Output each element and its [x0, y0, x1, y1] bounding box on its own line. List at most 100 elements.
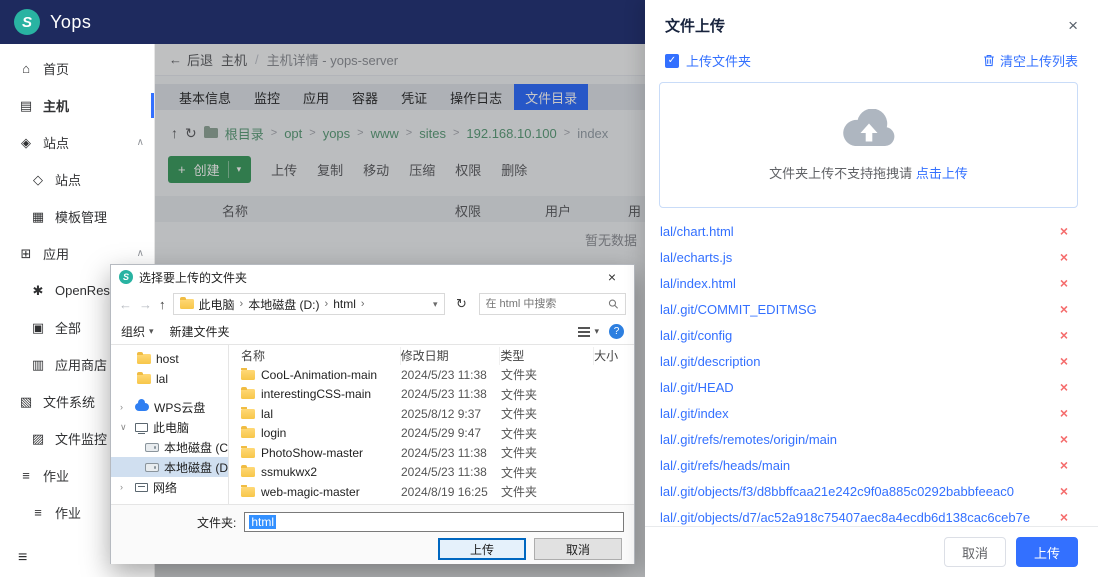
tree-item-this-pc[interactable]: ∨此电脑: [111, 417, 228, 437]
expander-expanded-icon[interactable]: ∨: [120, 422, 127, 433]
remove-file-icon[interactable]: ×: [1060, 327, 1068, 343]
column-name[interactable]: 名称: [229, 347, 401, 365]
upload-file-link[interactable]: lal/.git/index: [660, 406, 729, 421]
file-row[interactable]: PhotoShow-master2024/5/23 11:38文件夹: [229, 443, 634, 463]
drawer-cancel-button[interactable]: 取消: [944, 537, 1006, 567]
nav-up-icon[interactable]: ↑: [159, 297, 166, 312]
file-row[interactable]: web-magic-master2024/8/19 16:25文件夹: [229, 482, 634, 502]
nav-forward-icon[interactable]: →: [139, 297, 152, 312]
tree-item-drive-d[interactable]: 本地磁盘 (D:): [111, 457, 228, 477]
address-segment[interactable]: 本地磁盘 (D:): [248, 296, 319, 313]
upload-list-item: lal/index.html ×: [645, 270, 1098, 296]
upload-list-item: lal/.git/objects/d7/ac52a918c75407aec8a4…: [645, 504, 1098, 526]
remove-file-icon[interactable]: ×: [1060, 249, 1068, 265]
folder-icon: [241, 370, 255, 380]
sidebar-item-site-group[interactable]: ◈站点∧: [0, 124, 154, 161]
upload-file-link[interactable]: lal/.git/description: [660, 354, 760, 369]
openresty-icon: ✱: [30, 283, 46, 299]
nav-back-icon[interactable]: ←: [119, 297, 132, 312]
file-row[interactable]: CooL-Animation-main2024/5/23 11:38文件夹: [229, 365, 634, 385]
upload-folder-checkbox[interactable]: ✓: [665, 54, 679, 68]
help-icon[interactable]: ?: [609, 324, 624, 339]
folder-name-input[interactable]: html: [244, 512, 624, 532]
yops-favicon-icon: S: [119, 270, 133, 284]
upload-file-list: lal/chart.html × lal/echarts.js × lal/inde…: [645, 216, 1098, 526]
address-dropdown-icon[interactable]: ▾: [433, 299, 438, 310]
organize-button[interactable]: 组织▾: [121, 323, 154, 340]
file-row[interactable]: interestingCSS-main2024/5/23 11:38文件夹: [229, 385, 634, 405]
file-row[interactable]: lal2025/8/12 9:37文件夹: [229, 404, 634, 424]
sidebar-item-label: 应用: [43, 244, 69, 263]
search-input[interactable]: [486, 298, 605, 310]
upload-file-link[interactable]: lal/.git/HEAD: [660, 380, 734, 395]
sidebar-item-label: 模板管理: [55, 207, 107, 226]
sidebar-item-label: 应用商店: [55, 355, 107, 374]
file-date: 2024/5/23 11:38: [401, 465, 501, 479]
remove-file-icon[interactable]: ×: [1060, 353, 1068, 369]
upload-file-link[interactable]: lal/index.html: [660, 276, 736, 291]
remove-file-icon[interactable]: ×: [1060, 301, 1068, 317]
dialog-upload-button[interactable]: 上传: [438, 538, 526, 560]
sidebar-item-label: 文件监控: [55, 429, 107, 448]
column-type[interactable]: 类型: [500, 347, 594, 365]
remove-file-icon[interactable]: ×: [1060, 457, 1068, 473]
remove-file-icon[interactable]: ×: [1060, 379, 1068, 395]
search-icon: [608, 298, 619, 310]
expander-collapsed-icon[interactable]: ›: [120, 402, 123, 412]
address-bar[interactable]: 此电脑 › 本地磁盘 (D:) › html › ▾: [173, 293, 445, 315]
address-segment[interactable]: 此电脑: [199, 296, 235, 313]
file-row[interactable]: ssmukwx22024/5/23 11:38文件夹: [229, 463, 634, 483]
sidebar-collapse-icon[interactable]: ≡: [18, 549, 27, 567]
tree-item-wps-cloud[interactable]: ›WPS云盘: [111, 397, 228, 417]
remove-file-icon[interactable]: ×: [1060, 275, 1068, 291]
remove-file-icon[interactable]: ×: [1060, 223, 1068, 239]
expander-collapsed-icon[interactable]: ›: [120, 482, 123, 492]
tree-label: 本地磁盘 (C:): [164, 439, 229, 456]
upload-file-link[interactable]: lal/.git/refs/heads/main: [660, 458, 790, 473]
refresh-icon[interactable]: ↻: [452, 296, 472, 312]
column-size[interactable]: 大小: [594, 347, 634, 365]
drawer-upload-button[interactable]: 上传: [1016, 537, 1078, 567]
drawer-close-icon[interactable]: ×: [1068, 17, 1078, 34]
sidebar-item-template-manage[interactable]: ▦模板管理: [0, 198, 154, 235]
dialog-body: host lal ›WPS云盘 ∨此电脑 本地磁盘 (C:) 本地磁盘 (D:)…: [111, 345, 634, 505]
cloud-icon: [135, 403, 149, 411]
remove-file-icon[interactable]: ×: [1060, 483, 1068, 499]
upload-file-link[interactable]: lal/.git/COMMIT_EDITMSG: [660, 302, 817, 317]
tree-item-lal[interactable]: lal: [111, 369, 228, 389]
column-modified-date[interactable]: 修改日期: [401, 347, 501, 365]
upload-file-link[interactable]: lal/.git/refs/remotes/origin/main: [660, 432, 837, 447]
sidebar-item-host[interactable]: ▤主机: [0, 87, 154, 124]
sidebar-item-home[interactable]: ⌂首页: [0, 50, 154, 87]
file-type: 文件夹: [501, 386, 595, 403]
address-segment[interactable]: html: [333, 297, 356, 311]
dialog-cancel-button[interactable]: 取消: [534, 538, 622, 560]
click-to-upload-link[interactable]: 点击上传: [916, 166, 968, 181]
upload-dropzone[interactable]: 文件夹上传不支持拖拽请 点击上传: [659, 82, 1078, 208]
dialog-close-icon[interactable]: ×: [598, 269, 626, 285]
file-row[interactable]: login2024/5/29 9:47文件夹: [229, 424, 634, 444]
remove-file-icon[interactable]: ×: [1060, 405, 1068, 421]
list-header: 名称 修改日期 类型 大小: [229, 347, 634, 365]
view-mode-button[interactable]: ▾: [578, 326, 599, 337]
remove-file-icon[interactable]: ×: [1060, 431, 1068, 447]
folder-list: 名称 修改日期 类型 大小 CooL-Animation-main2024/5/…: [229, 345, 634, 504]
tree-item-network[interactable]: ›网络: [111, 477, 228, 497]
upload-file-link[interactable]: lal/chart.html: [660, 224, 734, 239]
upload-list-item: lal/.git/COMMIT_EDITMSG ×: [645, 296, 1098, 322]
upload-folder-label[interactable]: 上传文件夹: [686, 51, 751, 70]
upload-file-link[interactable]: lal/.git/objects/f3/d8bbffcaa21e242c9f0a…: [660, 484, 1014, 499]
clear-upload-list-button[interactable]: 清空上传列表: [983, 51, 1078, 70]
tree-item-host[interactable]: host: [111, 349, 228, 369]
upload-file-link[interactable]: lal/.git/config: [660, 328, 732, 343]
logo-letter: S: [22, 14, 32, 31]
drawer-controls: ✓ 上传文件夹 清空上传列表: [645, 45, 1098, 74]
upload-file-link[interactable]: lal/.git/objects/d7/ac52a918c75407aec8a4…: [660, 510, 1030, 525]
remove-file-icon[interactable]: ×: [1060, 509, 1068, 525]
upload-file-link[interactable]: lal/echarts.js: [660, 250, 732, 265]
sidebar-item-site[interactable]: ◇站点: [0, 161, 154, 198]
address-separator: ›: [325, 298, 329, 310]
new-folder-button[interactable]: 新建文件夹: [170, 323, 230, 340]
tree-item-drive-c[interactable]: 本地磁盘 (C:): [111, 437, 228, 457]
folder-picker-dialog: S 选择要上传的文件夹 × ← → ↑ 此电脑 › 本地磁盘 (D:) › ht…: [110, 264, 635, 564]
